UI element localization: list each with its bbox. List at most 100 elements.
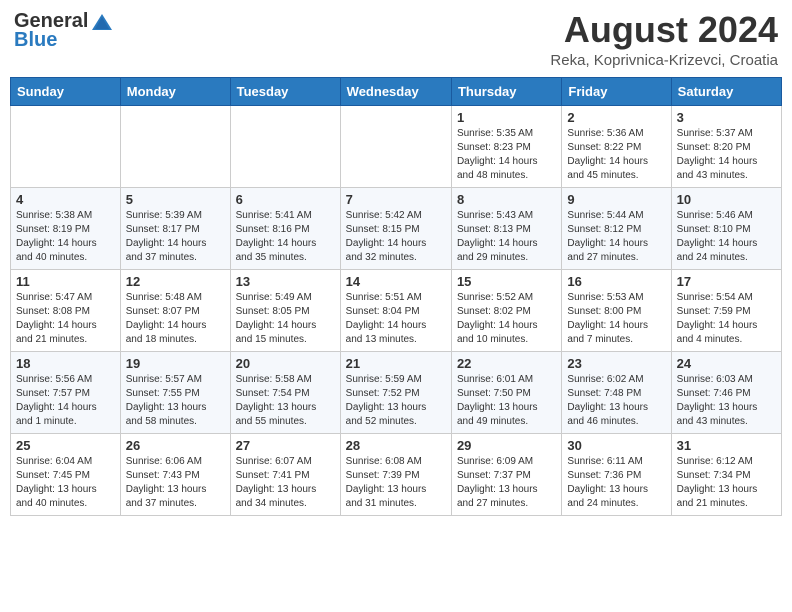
day-number: 22 (457, 356, 556, 371)
day-info: Sunrise: 6:07 AM Sunset: 7:41 PM Dayligh… (236, 455, 335, 511)
day-info: Sunrise: 5:39 AM Sunset: 8:17 PM Dayligh… (126, 209, 225, 265)
calendar-cell: 22 Sunrise: 6:01 AM Sunset: 7:50 PM Dayli… (451, 351, 561, 433)
day-info: Sunrise: 5:59 AM Sunset: 7:52 PM Dayligh… (346, 373, 446, 429)
weekday-header-thursday: Thursday (451, 77, 561, 105)
calendar-cell: 12 Sunrise: 5:48 AM Sunset: 8:07 PM Dayli… (120, 269, 230, 351)
calendar-week-1: 1 Sunrise: 5:35 AM Sunset: 8:23 PM Daylig… (11, 105, 782, 187)
weekday-header-monday: Monday (120, 77, 230, 105)
day-info: Sunrise: 5:48 AM Sunset: 8:07 PM Dayligh… (126, 291, 225, 347)
calendar-cell: 7 Sunrise: 5:42 AM Sunset: 8:15 PM Daylig… (340, 187, 451, 269)
day-number: 28 (346, 438, 446, 453)
page-header: General Blue August 2024 Reka, Koprivnic… (10, 10, 782, 69)
day-number: 17 (677, 274, 776, 289)
day-number: 15 (457, 274, 556, 289)
day-number: 29 (457, 438, 556, 453)
calendar-cell: 28 Sunrise: 6:08 AM Sunset: 7:39 PM Dayli… (340, 433, 451, 515)
day-info: Sunrise: 6:08 AM Sunset: 7:39 PM Dayligh… (346, 455, 446, 511)
day-number: 16 (567, 274, 665, 289)
calendar-cell: 26 Sunrise: 6:06 AM Sunset: 7:43 PM Dayli… (120, 433, 230, 515)
calendar-cell: 19Sunrise: 5:57 AM Sunset: 7:55 PM Dayli… (120, 351, 230, 433)
calendar-week-2: 4Sunrise: 5:38 AM Sunset: 8:19 PM Daylig… (11, 187, 782, 269)
day-number: 12 (126, 274, 225, 289)
weekday-header-friday: Friday (562, 77, 671, 105)
day-number: 24 (677, 356, 776, 371)
day-info: Sunrise: 5:43 AM Sunset: 8:13 PM Dayligh… (457, 209, 556, 265)
calendar-cell: 21 Sunrise: 5:59 AM Sunset: 7:52 PM Dayli… (340, 351, 451, 433)
calendar-cell: 17 Sunrise: 5:54 AM Sunset: 7:59 PM Dayli… (671, 269, 781, 351)
calendar-cell (11, 105, 121, 187)
logo: General Blue (14, 10, 114, 52)
calendar-cell: 29 Sunrise: 6:09 AM Sunset: 7:37 PM Dayli… (451, 433, 561, 515)
weekday-header-sunday: Sunday (11, 77, 121, 105)
day-number: 13 (236, 274, 335, 289)
weekday-header-saturday: Saturday (671, 77, 781, 105)
calendar-week-3: 11 Sunrise: 5:47 AM Sunset: 8:08 PM Dayli… (11, 269, 782, 351)
day-info: Sunrise: 5:42 AM Sunset: 8:15 PM Dayligh… (346, 209, 446, 265)
calendar-week-5: 25 Sunrise: 6:04 AM Sunset: 7:45 PM Dayli… (11, 433, 782, 515)
day-number: 1 (457, 110, 556, 125)
calendar-cell: 2 Sunrise: 5:36 AM Sunset: 8:22 PM Daylig… (562, 105, 671, 187)
calendar-cell: 15 Sunrise: 5:52 AM Sunset: 8:02 PM Dayli… (451, 269, 561, 351)
calendar-table: SundayMondayTuesdayWednesdayThursdayFrid… (10, 77, 782, 516)
calendar-cell: 8 Sunrise: 5:43 AM Sunset: 8:13 PM Daylig… (451, 187, 561, 269)
day-info: Sunrise: 5:49 AM Sunset: 8:05 PM Dayligh… (236, 291, 335, 347)
day-info: Sunrise: 6:04 AM Sunset: 7:45 PM Dayligh… (16, 455, 115, 511)
calendar-cell: 20 Sunrise: 5:58 AM Sunset: 7:54 PM Dayli… (230, 351, 340, 433)
calendar-cell: 31 Sunrise: 6:12 AM Sunset: 7:34 PM Dayli… (671, 433, 781, 515)
day-number: 20 (236, 356, 335, 371)
weekday-header-tuesday: Tuesday (230, 77, 340, 105)
calendar-cell: 18Sunrise: 5:56 AM Sunset: 7:57 PM Dayli… (11, 351, 121, 433)
day-info: Sunrise: 6:02 AM Sunset: 7:48 PM Dayligh… (567, 373, 665, 429)
day-info: Sunrise: 6:03 AM Sunset: 7:46 PM Dayligh… (677, 373, 776, 429)
day-number: 19 (126, 356, 225, 371)
day-number: 31 (677, 438, 776, 453)
calendar-cell: 1 Sunrise: 5:35 AM Sunset: 8:23 PM Daylig… (451, 105, 561, 187)
day-number: 26 (126, 438, 225, 453)
day-number: 25 (16, 438, 115, 453)
day-number: 10 (677, 192, 776, 207)
location-subtitle: Reka, Koprivnica-Krizevci, Croatia (550, 52, 778, 69)
day-number: 2 (567, 110, 665, 125)
day-info: Sunrise: 5:46 AM Sunset: 8:10 PM Dayligh… (677, 209, 776, 265)
day-number: 30 (567, 438, 665, 453)
calendar-cell: 30 Sunrise: 6:11 AM Sunset: 7:36 PM Dayli… (562, 433, 671, 515)
calendar-cell: 3 Sunrise: 5:37 AM Sunset: 8:20 PM Daylig… (671, 105, 781, 187)
day-info: Sunrise: 5:37 AM Sunset: 8:20 PM Dayligh… (677, 127, 776, 183)
calendar-cell: 5 Sunrise: 5:39 AM Sunset: 8:17 PM Daylig… (120, 187, 230, 269)
day-info: Sunrise: 5:52 AM Sunset: 8:02 PM Dayligh… (457, 291, 556, 347)
day-number: 3 (677, 110, 776, 125)
calendar-cell: 13 Sunrise: 5:49 AM Sunset: 8:05 PM Dayli… (230, 269, 340, 351)
calendar-cell (340, 105, 451, 187)
calendar-header-row: SundayMondayTuesdayWednesdayThursdayFrid… (11, 77, 782, 105)
day-info: Sunrise: 5:47 AM Sunset: 8:08 PM Dayligh… (16, 291, 115, 347)
day-number: 21 (346, 356, 446, 371)
calendar-cell: 27Sunrise: 6:07 AM Sunset: 7:41 PM Dayli… (230, 433, 340, 515)
day-info: Sunrise: 5:41 AM Sunset: 8:16 PM Dayligh… (236, 209, 335, 265)
day-number: 18 (16, 356, 115, 371)
logo-icon (90, 12, 114, 32)
day-info: Sunrise: 5:54 AM Sunset: 7:59 PM Dayligh… (677, 291, 776, 347)
day-number: 14 (346, 274, 446, 289)
day-info: Sunrise: 6:11 AM Sunset: 7:36 PM Dayligh… (567, 455, 665, 511)
day-info: Sunrise: 6:06 AM Sunset: 7:43 PM Dayligh… (126, 455, 225, 511)
day-info: Sunrise: 5:36 AM Sunset: 8:22 PM Dayligh… (567, 127, 665, 183)
day-number: 11 (16, 274, 115, 289)
day-number: 5 (126, 192, 225, 207)
day-number: 7 (346, 192, 446, 207)
calendar-cell: 10 Sunrise: 5:46 AM Sunset: 8:10 PM Dayli… (671, 187, 781, 269)
day-info: Sunrise: 5:58 AM Sunset: 7:54 PM Dayligh… (236, 373, 335, 429)
calendar-cell: 23Sunrise: 6:02 AM Sunset: 7:48 PM Dayli… (562, 351, 671, 433)
day-info: Sunrise: 5:35 AM Sunset: 8:23 PM Dayligh… (457, 127, 556, 183)
day-info: Sunrise: 6:09 AM Sunset: 7:37 PM Dayligh… (457, 455, 556, 511)
month-year-title: August 2024 (550, 10, 778, 50)
day-info: Sunrise: 6:01 AM Sunset: 7:50 PM Dayligh… (457, 373, 556, 429)
calendar-cell: 9Sunrise: 5:44 AM Sunset: 8:12 PM Daylig… (562, 187, 671, 269)
day-info: Sunrise: 5:51 AM Sunset: 8:04 PM Dayligh… (346, 291, 446, 347)
calendar-cell: 6 Sunrise: 5:41 AM Sunset: 8:16 PM Daylig… (230, 187, 340, 269)
day-info: Sunrise: 5:44 AM Sunset: 8:12 PM Dayligh… (567, 209, 665, 265)
day-info: Sunrise: 6:12 AM Sunset: 7:34 PM Dayligh… (677, 455, 776, 511)
calendar-cell: 24 Sunrise: 6:03 AM Sunset: 7:46 PM Dayli… (671, 351, 781, 433)
calendar-week-4: 18Sunrise: 5:56 AM Sunset: 7:57 PM Dayli… (11, 351, 782, 433)
day-number: 8 (457, 192, 556, 207)
day-number: 6 (236, 192, 335, 207)
